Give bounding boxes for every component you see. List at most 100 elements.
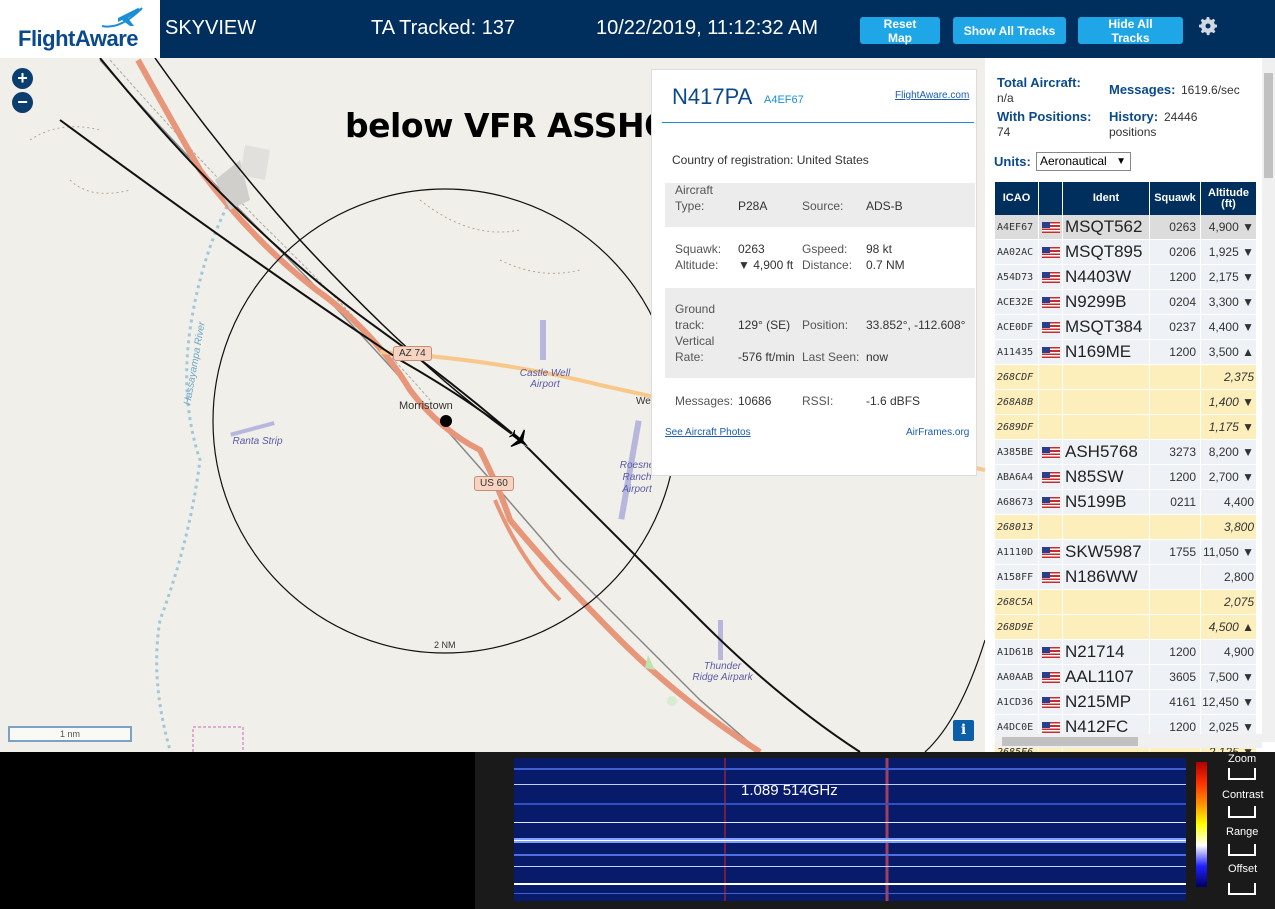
table-row[interactable]: A385BE ASH5768 3273 8,200 ▼ — [995, 440, 1257, 465]
row-icao: 268D9E — [995, 615, 1039, 639]
table-row[interactable]: 268D9E 4,500 ▲ — [995, 615, 1257, 640]
gear-icon[interactable] — [1196, 14, 1220, 38]
panel-horizontal-scrollbar[interactable] — [996, 734, 1262, 748]
row-icao: ABA6A4 — [995, 465, 1039, 489]
row-icao: 268A8B — [995, 390, 1039, 414]
row-altitude: 4,900 — [1201, 640, 1257, 664]
offset-slider-icon[interactable] — [1228, 883, 1256, 895]
gspeed-value: 98 kt — [866, 242, 893, 256]
us-flag-icon — [1041, 696, 1060, 708]
aircraft-photos-link[interactable]: See Aircraft Photos — [665, 427, 751, 438]
popup-registration: N417PA — [672, 84, 753, 109]
aircraft-type-label-1: Aircraft — [675, 183, 714, 197]
waterfall-display[interactable] — [514, 758, 1186, 901]
table-row[interactable]: A1D61B N21714 1200 4,900 — [995, 640, 1257, 665]
row-altitude: 1,175 ▼ — [1201, 415, 1257, 439]
table-row[interactable]: 2689DF 1,175 ▼ — [995, 415, 1257, 440]
row-altitude: 3,500 ▲ — [1201, 340, 1257, 364]
table-row[interactable]: AA0AAB AAL1107 3605 7,500 ▼ — [995, 665, 1257, 690]
row-altitude: 4,400 — [1201, 490, 1257, 514]
last-seen-label: Last Seen: — [802, 350, 860, 364]
range-slider-icon[interactable] — [1228, 844, 1256, 856]
town-label: Morristown — [399, 400, 453, 412]
table-row[interactable]: 268CDF 2,375 — [995, 365, 1257, 390]
castle-well-label: Castle Well Airport — [519, 368, 571, 390]
row-squawk: 0211 — [1150, 490, 1201, 514]
reset-map-button[interactable]: Reset Map — [860, 17, 940, 45]
aircraft-info-popup: N417PA A4EF67 FlightAware.com Country of… — [651, 69, 977, 476]
zoom-slider-icon[interactable] — [1228, 768, 1256, 780]
col-ident[interactable]: Ident — [1063, 182, 1150, 215]
rssi-label: RSSI: — [802, 394, 834, 408]
table-row[interactable]: ACE0DF MSQT384 0237 4,400 ▼ — [995, 315, 1257, 340]
color-scale-bar — [1196, 762, 1207, 887]
panel-vertical-scrollbar[interactable] — [1262, 58, 1275, 742]
us-flag-icon — [1041, 346, 1060, 358]
flightaware-link[interactable]: FlightAware.com — [895, 90, 969, 101]
position-label: Position: — [802, 318, 849, 332]
row-altitude: 12,450 ▼ — [1201, 690, 1257, 714]
row-ident: MSQT562 — [1063, 215, 1150, 239]
col-squawk[interactable]: Squawk — [1150, 182, 1201, 215]
table-row[interactable]: A1CD36 N215MP 4161 12,450 ▼ — [995, 690, 1257, 715]
logo-text: FlightAware — [18, 26, 139, 51]
waterfall-graphic — [514, 758, 1186, 901]
row-icao: 268C5A — [995, 590, 1039, 614]
zoom-in-button[interactable]: + — [12, 68, 33, 89]
table-row[interactable]: 268A8B 1,400 ▼ — [995, 390, 1257, 415]
row-squawk — [1150, 590, 1201, 614]
table-row[interactable]: 268013 3,800 — [995, 515, 1257, 540]
table-row[interactable]: A158FF N186WW 2,800 — [995, 565, 1257, 590]
row-flag — [1039, 615, 1063, 639]
history-unit: positions — [1109, 125, 1157, 139]
chevron-down-icon: ▼ — [1116, 156, 1126, 167]
table-row[interactable]: A4EF67 MSQT562 0263 4,900 ▼ — [995, 215, 1257, 240]
row-icao: A11435 — [995, 340, 1039, 364]
hide-all-tracks-button[interactable]: Hide All Tracks — [1078, 17, 1183, 45]
row-altitude: 8,200 ▼ — [1201, 440, 1257, 464]
row-ident: N85SW — [1063, 465, 1150, 489]
table-row[interactable]: A54D73 N4403W 1200 2,175 ▼ — [995, 265, 1257, 290]
row-squawk — [1150, 615, 1201, 639]
row-flag — [1039, 290, 1063, 314]
table-row[interactable]: ACE32E N9299B 0204 3,300 ▼ — [995, 290, 1257, 315]
col-icao[interactable]: ICAO — [995, 182, 1039, 215]
table-row[interactable]: A11435 N169ME 1200 3,500 ▲ — [995, 340, 1257, 365]
row-icao: 268013 — [995, 515, 1039, 539]
messages-label: Messages: — [675, 394, 734, 408]
airframes-link[interactable]: AirFrames.org — [906, 427, 969, 438]
table-row[interactable]: A68673 N5199B 0211 4,400 — [995, 490, 1257, 515]
col-flag[interactable] — [1039, 182, 1063, 215]
map-scale: 1 nm — [8, 726, 132, 742]
messages-value: 10686 — [738, 394, 772, 408]
row-altitude: 7,500 ▼ — [1201, 665, 1257, 689]
row-ident: N4403W — [1063, 265, 1150, 289]
row-flag — [1039, 515, 1063, 539]
flightaware-logo[interactable]: FlightAware — [0, 0, 160, 58]
vrate-label-1: Vertical — [675, 334, 715, 348]
row-flag — [1039, 415, 1063, 439]
popup-hex: A4EF67 — [764, 94, 804, 106]
table-row[interactable]: 268C5A 2,075 — [995, 590, 1257, 615]
total-aircraft-value: n/a — [997, 91, 1014, 105]
col-altitude[interactable]: Altitude (ft) — [1201, 182, 1257, 215]
row-flag — [1039, 390, 1063, 414]
us-flag-icon — [1041, 496, 1060, 508]
row-ident — [1063, 365, 1150, 389]
info-button[interactable]: i — [953, 720, 974, 741]
units-select[interactable]: Aeronautical ▼ — [1036, 152, 1131, 171]
vertical-scroll-thumb[interactable] — [1264, 73, 1273, 178]
us-flag-icon — [1041, 271, 1060, 283]
row-altitude: 4,500 ▲ — [1201, 615, 1257, 639]
table-row[interactable]: ABA6A4 N85SW 1200 2,700 ▼ — [995, 465, 1257, 490]
row-squawk: 1200 — [1150, 640, 1201, 664]
contrast-slider-icon[interactable] — [1228, 806, 1256, 818]
table-row[interactable]: AA02AC MSQT895 0206 1,925 ▼ — [995, 240, 1257, 265]
zoom-out-button[interactable]: − — [12, 92, 33, 113]
table-row[interactable]: A1110D SKW5987 1755 11,050 ▼ — [995, 540, 1257, 565]
horizontal-scroll-thumb[interactable] — [1002, 737, 1138, 746]
row-flag — [1039, 640, 1063, 664]
show-all-tracks-button[interactable]: Show All Tracks — [953, 17, 1066, 44]
row-altitude: 11,050 ▼ — [1201, 540, 1257, 564]
row-icao: A385BE — [995, 440, 1039, 464]
